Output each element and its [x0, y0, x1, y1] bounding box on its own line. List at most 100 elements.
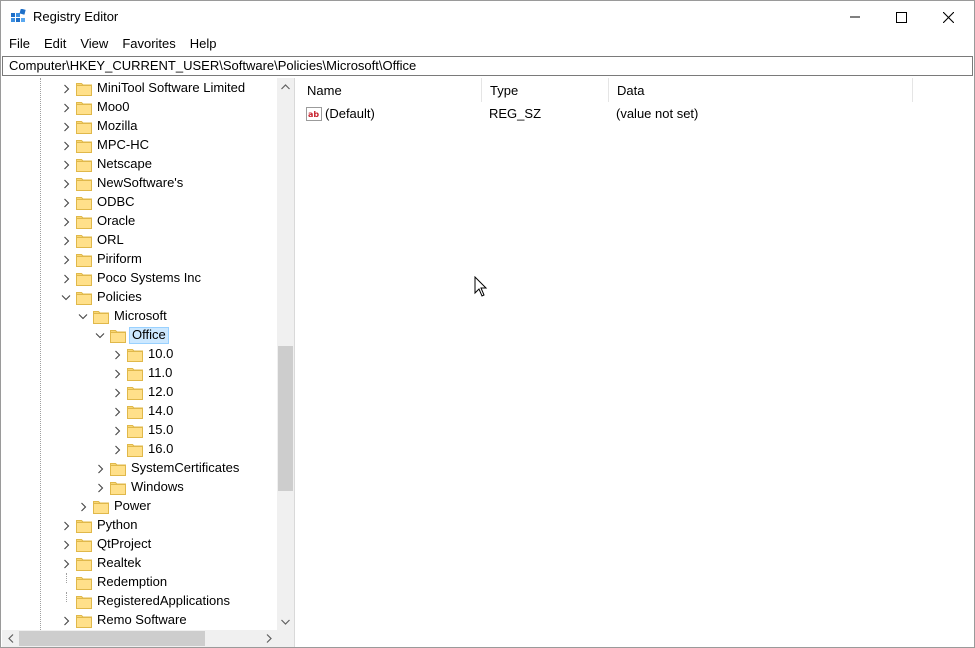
chevron-down-icon[interactable] — [58, 288, 74, 307]
chevron-right-icon[interactable] — [58, 98, 74, 117]
chevron-down-icon[interactable] — [92, 326, 108, 345]
tree-item[interactable]: 15.0 — [2, 421, 277, 440]
chevron-right-icon — [266, 634, 272, 643]
tree-item[interactable]: MPC-HC — [2, 136, 277, 155]
tree-item[interactable]: 11.0 — [2, 364, 277, 383]
minimize-button[interactable] — [832, 1, 878, 33]
tree-item[interactable]: 14.0 — [2, 402, 277, 421]
tree-item[interactable]: Policies — [2, 288, 277, 307]
tree-item-label: Mozilla — [97, 118, 138, 133]
tree-item[interactable]: Netscape — [2, 155, 277, 174]
tree-item[interactable]: NewSoftware's — [2, 174, 277, 193]
tree-item[interactable]: Office — [2, 326, 277, 345]
tree-item-label: Redemption — [97, 574, 168, 589]
chevron-right-icon[interactable] — [109, 440, 125, 459]
registry-editor-window: Registry Editor File Edit View Favorites… — [0, 0, 975, 648]
chevron-right-icon[interactable] — [58, 193, 74, 212]
chevron-right-icon[interactable] — [58, 231, 74, 250]
tree-item[interactable]: Microsoft — [2, 307, 277, 326]
menu-favorites[interactable]: Favorites — [114, 34, 181, 54]
chevron-right-icon[interactable] — [58, 535, 74, 554]
scroll-right-button[interactable] — [260, 630, 277, 647]
tree-item-label: QtProject — [97, 536, 152, 551]
tree-item[interactable]: Redemption — [2, 573, 277, 592]
tree-item[interactable]: Mozilla — [2, 117, 277, 136]
scroll-down-button[interactable] — [277, 613, 294, 630]
chevron-right-icon[interactable] — [58, 79, 74, 98]
folder-icon — [76, 138, 92, 153]
folder-icon — [76, 176, 92, 191]
chevron-right-icon[interactable] — [75, 497, 91, 516]
tree-item[interactable]: ODBC — [2, 193, 277, 212]
tree-item[interactable]: Windows — [2, 478, 277, 497]
tree-item[interactable]: 10.0 — [2, 345, 277, 364]
chevron-right-icon[interactable] — [109, 421, 125, 440]
folder-icon — [76, 290, 92, 305]
tree-item[interactable]: 12.0 — [2, 383, 277, 402]
scroll-left-button[interactable] — [2, 630, 19, 647]
chevron-right-icon[interactable] — [92, 459, 108, 478]
tree-item-label: MPC-HC — [97, 137, 149, 152]
tree-item[interactable]: QtProject — [2, 535, 277, 554]
tree-item[interactable]: Realtek — [2, 554, 277, 573]
tree-guide-line — [66, 592, 67, 602]
chevron-right-icon[interactable] — [92, 478, 108, 497]
menu-file[interactable]: File — [1, 34, 36, 54]
tree-item-label: Moo0 — [97, 99, 130, 114]
chevron-right-icon[interactable] — [109, 402, 125, 421]
close-button[interactable] — [925, 1, 971, 33]
svg-text:ab: ab — [308, 110, 319, 119]
menu-help[interactable]: Help — [182, 34, 223, 54]
chevron-down-icon[interactable] — [75, 307, 91, 326]
chevron-right-icon[interactable] — [58, 117, 74, 136]
chevron-right-icon[interactable] — [58, 611, 74, 630]
scroll-up-button[interactable] — [277, 78, 294, 95]
tree-item[interactable]: Moo0 — [2, 98, 277, 117]
tree-item[interactable]: 16.0 — [2, 440, 277, 459]
chevron-down-icon — [281, 619, 290, 625]
column-header-type[interactable]: Type — [482, 78, 609, 102]
tree-item[interactable]: MiniTool Software Limited — [2, 79, 277, 98]
list-header: Name Type Data — [299, 78, 913, 102]
menu-view[interactable]: View — [72, 34, 114, 54]
chevron-right-icon[interactable] — [58, 269, 74, 288]
folder-icon — [110, 480, 126, 495]
tree-item[interactable]: Piriform — [2, 250, 277, 269]
chevron-right-icon[interactable] — [58, 250, 74, 269]
chevron-right-icon[interactable] — [58, 174, 74, 193]
chevron-up-icon — [281, 83, 290, 89]
chevron-right-icon[interactable] — [109, 345, 125, 364]
horizontal-scroll-thumb[interactable] — [19, 631, 205, 646]
maximize-button[interactable] — [878, 1, 924, 33]
chevron-right-icon[interactable] — [58, 554, 74, 573]
tree-item[interactable]: Power — [2, 497, 277, 516]
tree-item[interactable]: ORL — [2, 231, 277, 250]
tree-item[interactable]: RegisteredApplications — [2, 592, 277, 611]
tree-item[interactable]: Python — [2, 516, 277, 535]
vertical-scroll-thumb[interactable] — [278, 346, 293, 491]
tree-item[interactable]: Oracle — [2, 212, 277, 231]
tree-item-label: ORL — [97, 232, 124, 247]
column-header-data[interactable]: Data — [609, 78, 913, 102]
menu-edit[interactable]: Edit — [36, 34, 72, 54]
chevron-right-icon[interactable] — [58, 136, 74, 155]
tree-item[interactable]: Remo Software — [2, 611, 277, 630]
chevron-right-icon[interactable] — [109, 383, 125, 402]
tree-item[interactable]: Poco Systems Inc — [2, 269, 277, 288]
chevron-right-icon[interactable] — [58, 516, 74, 535]
column-header-name[interactable]: Name — [299, 78, 482, 102]
list-item[interactable]: ab (Default) REG_SZ (value not set) — [299, 104, 974, 123]
tree-horizontal-scrollbar[interactable] — [2, 630, 277, 647]
tree-item-label: Policies — [97, 289, 142, 304]
tree-vertical-scrollbar[interactable] — [277, 78, 294, 630]
tree-item-label: 16.0 — [148, 441, 174, 456]
folder-icon — [93, 499, 109, 514]
folder-icon — [76, 613, 92, 628]
tree-item[interactable]: SystemCertificates — [2, 459, 277, 478]
chevron-right-icon[interactable] — [58, 212, 74, 231]
chevron-right-icon[interactable] — [58, 155, 74, 174]
tree-item-label: Microsoft — [114, 308, 167, 323]
chevron-right-icon[interactable] — [109, 364, 125, 383]
address-bar[interactable]: Computer\HKEY_CURRENT_USER\Software\Poli… — [2, 56, 973, 76]
title-bar[interactable]: Registry Editor — [1, 1, 974, 33]
